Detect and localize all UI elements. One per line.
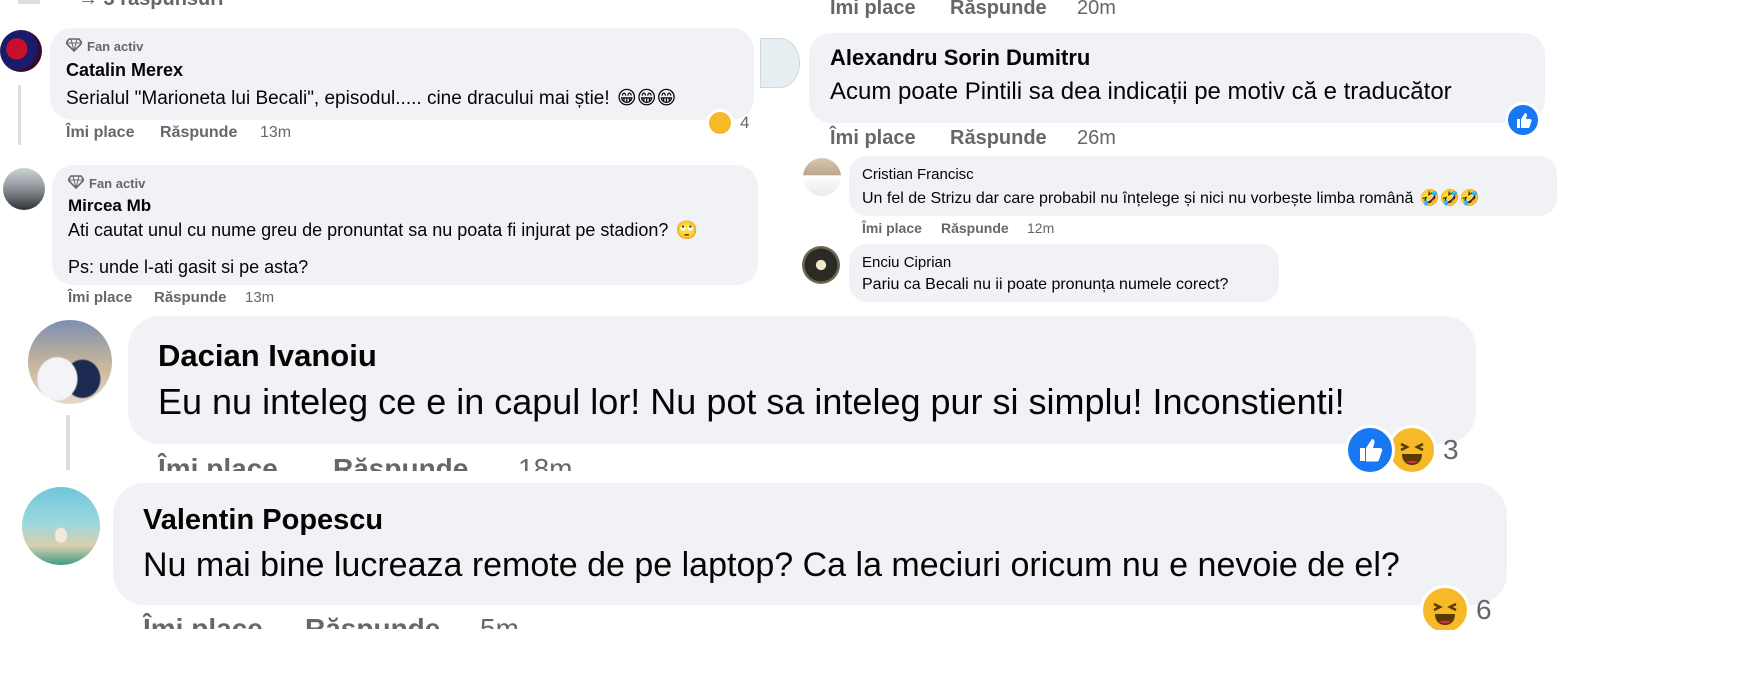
- comment-text: Eu nu inteleg ce e in capul lor! Nu pot …: [158, 381, 1345, 422]
- thread-line: [18, 85, 21, 145]
- like-button[interactable]: Îmi place: [68, 289, 132, 306]
- like-reaction-icon: [1505, 102, 1541, 138]
- author-name[interactable]: Dacian Ivanoiu: [158, 338, 377, 374]
- timestamp[interactable]: 26m: [1077, 127, 1116, 150]
- timestamp[interactable]: 13m: [245, 289, 274, 306]
- like-button[interactable]: Îmi place: [66, 124, 134, 142]
- author-name[interactable]: Valentin Popescu: [143, 504, 383, 537]
- like-button[interactable]: Îmi place: [143, 613, 263, 629]
- timestamp[interactable]: 18m: [518, 453, 572, 471]
- author-name[interactable]: Alexandru Sorin Dumitru: [830, 45, 1090, 71]
- fan-badge: Fan activ: [89, 176, 146, 191]
- view-replies-link[interactable]: → 3 răspunsuri: [78, 0, 224, 11]
- fan-badge: Fan activ: [87, 39, 144, 54]
- diamond-icon: [66, 175, 86, 194]
- avatar[interactable]: [0, 30, 42, 72]
- like-button[interactable]: Îmi place: [158, 453, 278, 471]
- timestamp[interactable]: 13m: [260, 124, 291, 142]
- comment-text-body: Serialul "Marioneta lui Becali", episodu…: [66, 88, 610, 109]
- comment-text-body: Un fel de Strizu dar care probabil nu în…: [862, 190, 1414, 207]
- reaction-count: 6: [1476, 594, 1492, 625]
- avatar[interactable]: [802, 246, 840, 284]
- avatar[interactable]: [760, 38, 800, 88]
- diamond-icon: [64, 38, 84, 57]
- comment-bubble: [113, 483, 1507, 605]
- reaction-summary[interactable]: [1505, 102, 1541, 138]
- bottom-blank: [0, 630, 1750, 700]
- comment-text: Serialul "Marioneta lui Becali", episodu…: [66, 87, 676, 110]
- reaction-summary[interactable]: 3: [1345, 425, 1459, 475]
- comment-text-body: Ati cautat unul cu nume greu de pronunta…: [68, 220, 669, 240]
- avatar[interactable]: [22, 487, 100, 565]
- like-button[interactable]: Îmi place: [830, 0, 916, 20]
- reply-button[interactable]: Răspunde: [950, 127, 1047, 150]
- reply-button[interactable]: Răspunde: [305, 613, 440, 629]
- like-button[interactable]: Îmi place: [830, 127, 916, 150]
- avatar[interactable]: [3, 168, 45, 210]
- comment-text: Un fel de Strizu dar care probabil nu în…: [862, 188, 1480, 208]
- rofl-emoji-icon: 🤣🤣🤣: [1419, 190, 1480, 207]
- author-name[interactable]: Cristian Francisc: [862, 166, 974, 183]
- author-name[interactable]: Mircea Mb: [68, 196, 151, 216]
- haha-reaction-icon: [706, 109, 734, 137]
- haha-reaction-icon: [1420, 585, 1470, 635]
- eye-roll-emoji-icon: 🙄: [675, 220, 698, 240]
- reply-button[interactable]: Răspunde: [333, 453, 468, 471]
- comment-text-ps: Ps: unde l-ati gasit si pe asta?: [68, 257, 309, 277]
- reply-button[interactable]: Răspunde: [160, 124, 237, 142]
- grin-emoji-icon: 😁😁😁: [616, 88, 677, 109]
- avatar[interactable]: [803, 158, 841, 196]
- timestamp[interactable]: 12m: [1027, 220, 1054, 236]
- timestamp[interactable]: 20m: [1077, 0, 1116, 20]
- avatar[interactable]: [28, 320, 112, 404]
- reaction-count: 3: [1443, 434, 1459, 465]
- reply-button[interactable]: Răspunde: [941, 220, 1009, 236]
- comment-text: Ati cautat unul cu nume greu de pronunta…: [68, 220, 698, 241]
- reply-button[interactable]: Răspunde: [154, 289, 227, 306]
- thread-line: [66, 415, 70, 470]
- reaction-count: 4: [740, 113, 750, 132]
- comment-bubble: [128, 316, 1476, 444]
- reply-button[interactable]: Răspunde: [950, 0, 1047, 20]
- like-button[interactable]: Îmi place: [862, 220, 922, 236]
- reaction-summary[interactable]: 6: [1420, 585, 1492, 635]
- timestamp[interactable]: 5m: [480, 613, 519, 629]
- like-reaction-icon: [1345, 425, 1395, 475]
- reaction-summary[interactable]: 4: [706, 109, 749, 137]
- comment-text: Pariu ca Becali nu ii poate pronunța num…: [862, 276, 1229, 293]
- author-name[interactable]: Catalin Merex: [66, 60, 183, 81]
- comment-text: Nu mai bine lucreaza remote de pe laptop…: [143, 546, 1400, 584]
- thread-line-top: [18, 0, 40, 4]
- author-name[interactable]: Enciu Ciprian: [862, 254, 951, 271]
- comment-text: Acum poate Pintili sa dea indicații pe m…: [830, 78, 1452, 105]
